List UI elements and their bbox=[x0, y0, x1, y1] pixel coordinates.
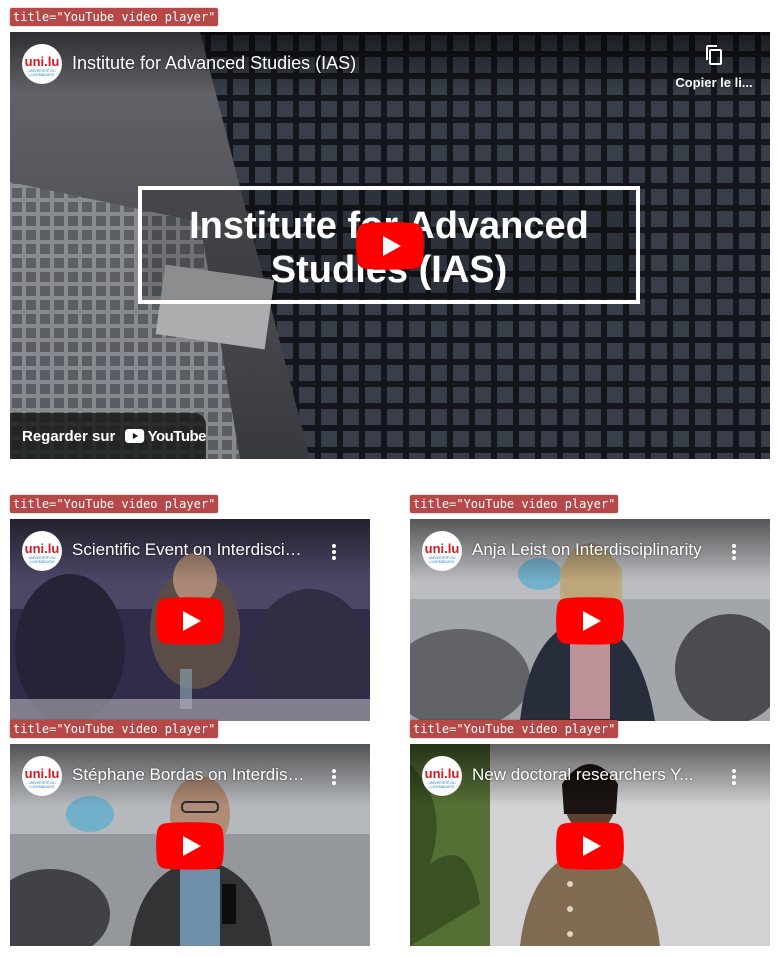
play-icon[interactable] bbox=[556, 822, 624, 870]
play-icon[interactable] bbox=[156, 597, 224, 645]
play-icon[interactable] bbox=[556, 597, 624, 645]
watch-on-youtube-button[interactable]: Regarder sur YouTube bbox=[10, 413, 207, 459]
youtube-player-scientific-event[interactable]: uni.lu UNIVERSITÉ DU LUXEMBOURG Scientif… bbox=[10, 519, 370, 721]
video-title-link[interactable]: Anja Leist on Interdisciplinarity bbox=[472, 540, 710, 560]
svg-text:LUXEMBOURG: LUXEMBOURG bbox=[430, 785, 455, 789]
iframe-title-tag: title="YouTube video player" bbox=[410, 720, 619, 738]
copy-link-icon bbox=[706, 45, 722, 65]
channel-avatar-icon[interactable]: uni.lu UNIVERSITÉ DU LUXEMBOURG bbox=[22, 44, 62, 84]
more-options-icon[interactable] bbox=[726, 542, 742, 562]
copy-link-button[interactable]: Copier le li... bbox=[668, 44, 760, 90]
more-options-icon[interactable] bbox=[726, 767, 742, 787]
more-options-icon[interactable] bbox=[326, 542, 342, 562]
youtube-player-new-doctoral-researchers[interactable]: uni.lu UNIVERSITÉ DU LUXEMBOURG New doct… bbox=[410, 744, 770, 946]
more-options-icon[interactable] bbox=[326, 767, 342, 787]
svg-text:uni.lu: uni.lu bbox=[25, 541, 60, 556]
iframe-title-tag: title="YouTube video player" bbox=[410, 495, 619, 513]
iframe-title-tag: title="YouTube video player" bbox=[10, 495, 219, 513]
video-title-link[interactable]: Institute for Advanced Studies (IAS) bbox=[72, 53, 632, 74]
youtube-logo-icon bbox=[125, 429, 145, 443]
video-title-link[interactable]: Scientific Event on Interdisciplinarity bbox=[72, 540, 310, 560]
play-icon[interactable] bbox=[356, 222, 424, 270]
copy-link-label: Copier le li... bbox=[675, 75, 753, 90]
svg-text:LUXEMBOURG: LUXEMBOURG bbox=[30, 73, 55, 77]
youtube-player-stephane-bordas[interactable]: uni.lu UNIVERSITÉ DU LUXEMBOURG Stéphane… bbox=[10, 744, 370, 946]
youtube-wordmark: YouTube bbox=[147, 427, 207, 445]
channel-avatar-icon[interactable]: uni.lu UNIVERSITÉ DU LUXEMBOURG bbox=[422, 531, 462, 571]
svg-text:uni.lu: uni.lu bbox=[425, 766, 460, 781]
play-icon[interactable] bbox=[156, 822, 224, 870]
video-title-link[interactable]: Stéphane Bordas on Interdisciplinarity bbox=[72, 765, 310, 785]
svg-text:LUXEMBOURG: LUXEMBOURG bbox=[430, 560, 455, 564]
svg-text:LUXEMBOURG: LUXEMBOURG bbox=[30, 785, 55, 789]
iframe-title-tag: title="YouTube video player" bbox=[10, 8, 219, 26]
svg-text:uni.lu: uni.lu bbox=[25, 766, 60, 781]
channel-avatar-icon[interactable]: uni.lu UNIVERSITÉ DU LUXEMBOURG bbox=[422, 756, 462, 796]
video-title-link[interactable]: New doctoral researchers Y... bbox=[472, 765, 710, 785]
iframe-title-tag: title="YouTube video player" bbox=[10, 720, 219, 738]
youtube-player-ias[interactable]: Institute for Advanced Studies (IAS) uni… bbox=[10, 32, 770, 459]
watch-on-label: Regarder sur bbox=[22, 427, 116, 445]
youtube-player-anja-leist[interactable]: uni.lu UNIVERSITÉ DU LUXEMBOURG Anja Lei… bbox=[410, 519, 770, 721]
channel-avatar-icon[interactable]: uni.lu UNIVERSITÉ DU LUXEMBOURG bbox=[22, 531, 62, 571]
channel-avatar-icon[interactable]: uni.lu UNIVERSITÉ DU LUXEMBOURG bbox=[22, 756, 62, 796]
logo-text: uni.lu bbox=[25, 54, 60, 69]
svg-text:LUXEMBOURG: LUXEMBOURG bbox=[30, 560, 55, 564]
svg-text:uni.lu: uni.lu bbox=[425, 541, 460, 556]
